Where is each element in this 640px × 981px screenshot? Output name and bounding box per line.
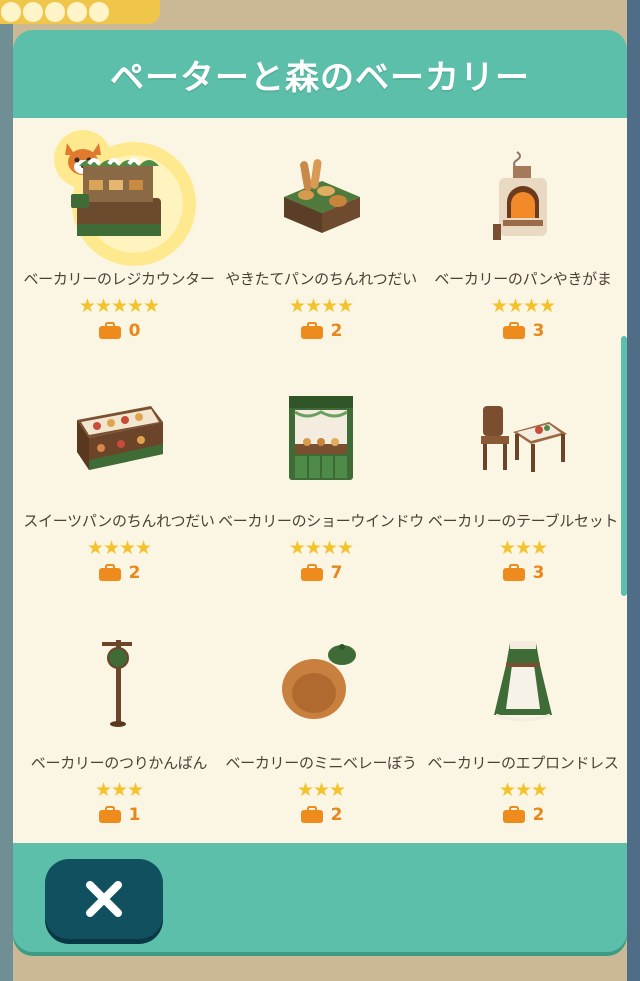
close-icon xyxy=(86,881,122,917)
owned-count: 2 xyxy=(98,563,141,583)
item-name: ベーカリーのミニベレーぼう xyxy=(225,754,417,772)
owned-count-value: 2 xyxy=(128,563,141,583)
owned-count-value: 1 xyxy=(128,805,141,825)
item-name: ベーカリーのエプロンドレス xyxy=(427,754,619,772)
item-card-sweets-bread-display[interactable]: スイーツパンのちんれつだい ★★★★ 2 xyxy=(19,372,219,588)
owned-count: 2 xyxy=(502,805,545,825)
item-thumbnail xyxy=(458,614,588,746)
owned-count-value: 3 xyxy=(532,563,545,583)
briefcase-icon xyxy=(98,322,121,339)
item-thumbnail xyxy=(458,130,588,262)
item-card-show-window[interactable]: ベーカリーのショーウインドウ ★★★★ 7 xyxy=(218,372,424,588)
bakery-show-window-icon xyxy=(289,396,353,480)
item-name: ベーカリーのテーブルセット xyxy=(427,512,619,530)
owned-count-value: 2 xyxy=(330,805,343,825)
grid-scrollbar[interactable] xyxy=(621,336,627,596)
item-card-apron-dress[interactable]: ベーカリーのエプロンドレス ★★★ 2 xyxy=(423,614,623,830)
owned-count: 2 xyxy=(300,321,343,341)
rarity-stars: ★★★★ xyxy=(86,537,152,559)
bread-oven-icon xyxy=(493,151,547,240)
close-button[interactable] xyxy=(45,859,163,939)
item-card-bread-oven[interactable]: ベーカリーのパンやきがま ★★★★ 3 xyxy=(423,130,623,346)
owned-count-value: 0 xyxy=(128,321,141,341)
sweets-bread-display-icon xyxy=(77,406,163,470)
briefcase-icon xyxy=(502,806,525,823)
bakery-table-set-icon xyxy=(481,406,567,472)
item-name: ベーカリーのつりかんばん xyxy=(30,754,208,772)
owned-count-value: 7 xyxy=(330,563,343,583)
briefcase-icon xyxy=(98,806,121,823)
owned-count-value: 2 xyxy=(532,805,545,825)
owned-count: 2 xyxy=(300,805,343,825)
item-set-dialog: ペーターと森のベーカリー ベーカリーのレジカウンター ★★★★★ 0 やきたてパ… xyxy=(13,30,627,952)
item-card-table-set[interactable]: ベーカリーのテーブルセット ★★★ 3 xyxy=(423,372,623,588)
owned-count-value: 3 xyxy=(532,321,545,341)
item-card-register-counter[interactable]: ベーカリーのレジカウンター ★★★★★ 0 xyxy=(19,130,219,346)
mini-beret-icon xyxy=(282,644,356,719)
owned-count: 1 xyxy=(98,805,141,825)
item-thumbnail xyxy=(256,614,386,746)
item-thumbnail xyxy=(458,372,588,504)
apron-dress-icon xyxy=(494,641,552,722)
item-grid-panel[interactable]: ベーカリーのレジカウンター ★★★★★ 0 やきたてパンのちんれつだい ★★★★… xyxy=(13,118,627,843)
briefcase-icon xyxy=(300,564,323,581)
rarity-stars: ★★★★ xyxy=(288,537,354,559)
item-thumbnail xyxy=(54,130,196,266)
item-name: ベーカリーのレジカウンター xyxy=(23,270,215,288)
item-name: スイーツパンのちんれつだい xyxy=(23,512,215,530)
owned-count-value: 2 xyxy=(330,321,343,341)
item-card-hanging-sign[interactable]: ベーカリーのつりかんばん ★★★ 1 xyxy=(19,614,219,830)
item-card-fresh-bread-display[interactable]: やきたてパンのちんれつだい ★★★★ 2 xyxy=(221,130,421,346)
item-thumbnail xyxy=(256,372,386,504)
dialog-title: ペーターと森のベーカリー xyxy=(110,57,530,98)
item-name: ベーカリーのパンやきがま xyxy=(434,270,612,288)
rarity-stars: ★★★★ xyxy=(288,295,354,317)
dialog-footer xyxy=(13,843,627,952)
rarity-stars: ★★★★★ xyxy=(78,295,160,317)
item-name: ベーカリーのショーウインドウ xyxy=(218,512,424,530)
item-thumbnail xyxy=(54,614,184,746)
rarity-stars: ★★★★ xyxy=(490,295,556,317)
hanging-sign-icon xyxy=(102,640,132,727)
fresh-bread-display-icon xyxy=(284,159,360,233)
rarity-stars: ★★★ xyxy=(498,779,548,801)
briefcase-icon xyxy=(502,564,525,581)
item-name: やきたてパンのちんれつだい xyxy=(225,270,417,288)
item-thumbnail xyxy=(54,372,184,504)
bakery-register-counter-icon xyxy=(71,158,161,236)
rarity-stars: ★★★ xyxy=(498,537,548,559)
owned-count: 7 xyxy=(300,563,343,583)
item-card-mini-beret[interactable]: ベーカリーのミニベレーぼう ★★★ 2 xyxy=(221,614,421,830)
item-thumbnail xyxy=(256,130,386,262)
owned-count: 3 xyxy=(502,563,545,583)
dialog-header: ペーターと森のベーカリー xyxy=(13,30,627,118)
briefcase-icon xyxy=(98,564,121,581)
rarity-stars: ★★★ xyxy=(94,779,144,801)
owned-count: 0 xyxy=(98,321,141,341)
owned-count: 3 xyxy=(502,321,545,341)
top-menu-strip xyxy=(0,0,160,24)
briefcase-icon xyxy=(300,806,323,823)
briefcase-icon xyxy=(502,322,525,339)
rarity-stars: ★★★ xyxy=(296,779,346,801)
item-grid: ベーカリーのレジカウンター ★★★★★ 0 やきたてパンのちんれつだい ★★★★… xyxy=(13,118,627,830)
briefcase-icon xyxy=(300,322,323,339)
